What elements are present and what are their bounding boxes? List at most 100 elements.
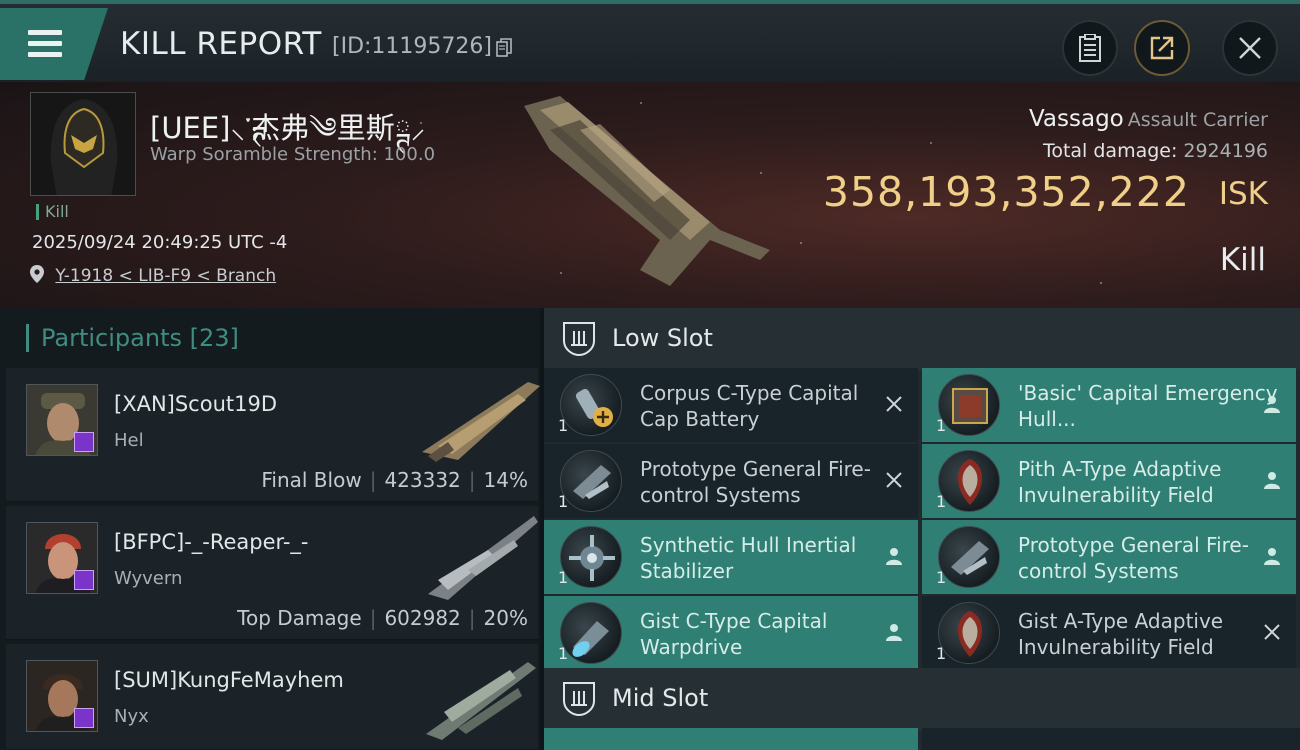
warpdrive-icon [560, 602, 622, 664]
low-slot-icon [563, 322, 595, 357]
module-item[interactable]: 1 Gist A-Type Adaptive Invulnerability F… [922, 596, 1296, 670]
mid-slot-header: Mid Slot [544, 668, 1300, 730]
clipboard-icon [1079, 34, 1101, 62]
victim-name[interactable]: [UEE]⸜་ྚ杰弗༄里斯ྚ⸝ [150, 96, 425, 178]
total-damage-value: 2924196 [1183, 140, 1268, 162]
module-item[interactable]: 1 Prototype General Fire-control Systems [922, 520, 1296, 594]
dropped-icon [886, 548, 902, 565]
destroyed-icon [886, 472, 902, 488]
participant-role: Final Blow [261, 468, 362, 492]
participant-ship: Wyvern [114, 568, 183, 589]
module-item[interactable]: 1 Synthetic Hull Inertial Stabilizer [544, 520, 918, 594]
module-name: Gist C-Type Capital Warpdrive [640, 609, 828, 659]
kill-timestamp: 2025/09/24 20:49:25 UTC -4 [32, 232, 288, 253]
hull-module-icon [938, 374, 1000, 436]
title-bar: KILL REPORT [ID:11195726] [0, 0, 1300, 82]
participant-ship: Nyx [114, 706, 149, 727]
close-button[interactable] [1222, 20, 1278, 76]
module-item[interactable]: 1 Pith A-Type Adaptive Invulnerability F… [922, 444, 1296, 518]
module-item[interactable]: 1 Corpus C-Type Capital Cap Battery [544, 368, 918, 442]
participants-header: Participants [23] [26, 324, 239, 352]
module-item[interactable] [922, 728, 1300, 750]
module-quantity: 1 [558, 568, 569, 587]
ship-class: Assault Carrier [1127, 109, 1268, 131]
inertial-stabilizer-icon [560, 526, 622, 588]
mid-slot-icon [563, 682, 595, 717]
fire-control-icon [938, 526, 1000, 588]
module-name: Corpus C-Type Capital Cap Battery [640, 381, 859, 431]
warp-scramble-strength: Warp Soramble Strength: 100.0 [150, 144, 436, 165]
participants-count: [23] [189, 324, 239, 352]
status-badge [74, 708, 94, 728]
participants-title: Participants [41, 324, 182, 352]
module-quantity: 1 [936, 492, 947, 511]
participant-stats: Final Blow | 423332 | 14% [261, 468, 528, 492]
dropped-icon [1264, 472, 1280, 489]
result-label: Kill [1219, 242, 1266, 278]
close-icon [1239, 37, 1261, 59]
copy-icon[interactable] [496, 38, 512, 58]
participant-name[interactable]: [BFPC]-_-Reaper-_- [114, 530, 309, 554]
participant-percent: 14% [483, 468, 528, 492]
module-name: Gist A-Type Adaptive Invulnerability Fie… [1018, 609, 1224, 659]
module-quantity: 1 [558, 644, 569, 663]
menu-button[interactable] [0, 8, 108, 80]
location-pin-icon [30, 265, 44, 283]
dropped-icon [1264, 548, 1280, 565]
module-item[interactable] [544, 728, 918, 750]
participant-stats: Top Damage | 602982 | 20% [237, 606, 528, 630]
module-item[interactable]: 1 Gist C-Type Capital Warpdrive [544, 596, 918, 670]
victim-ship[interactable]: Vassago Assault Carrier [1029, 106, 1268, 132]
status-badge [74, 570, 94, 590]
participant-ship-image [426, 662, 536, 740]
dropped-icon [1264, 396, 1280, 413]
participants-panel: Participants [23] [XAN]Scout19D Hel Fina… [0, 308, 540, 750]
module-name: 'Basic' Capital Emergency Hull... [1018, 381, 1278, 431]
participant-percent: 20% [483, 606, 528, 630]
participant-name[interactable]: [XAN]Scout19D [114, 392, 277, 416]
destroyed-icon [886, 396, 902, 412]
participant-row[interactable]: [SUM]KungFeMayhem Nyx [6, 644, 538, 750]
participant-row[interactable]: [BFPC]-_-Reaper-_- Wyvern Top Damage | 602… [6, 506, 538, 640]
share-button[interactable] [1134, 20, 1190, 76]
module-item[interactable]: 1 'Basic' Capital Emergency Hull... [922, 368, 1296, 442]
status-badge [74, 432, 94, 452]
module-item[interactable]: 1 Prototype General Fire-control Systems [544, 444, 918, 518]
participant-name[interactable]: [SUM]KungFeMayhem [114, 668, 344, 692]
share-icon [1150, 36, 1174, 60]
participant-role: Top Damage [237, 606, 362, 630]
menu-icon [28, 30, 62, 57]
module-quantity: 1 [558, 416, 569, 435]
location-link[interactable]: Y-1918 < LIB-F9 < Branch [55, 266, 276, 286]
ship-name: Vassago [1028, 106, 1124, 132]
total-damage-label: Total damage: [1042, 140, 1178, 162]
clipboard-button[interactable] [1062, 20, 1118, 76]
isk-value: 358,193,352,222 [822, 168, 1190, 216]
module-quantity: 1 [558, 492, 569, 511]
victim-portrait[interactable] [30, 92, 136, 196]
module-name: Pith A-Type Adaptive Invulnerability Fie… [1018, 457, 1222, 507]
victim-banner: [UEE]⸜་ྚ杰弗༄里斯ྚ⸝ Warp Soramble Strength: … [0, 82, 1300, 308]
low-slot-header: Low Slot [544, 308, 1300, 370]
fitting-panel: Low Slot 1 Corpus C-Type Capital Cap Bat… [544, 308, 1300, 750]
participant-ship-image [422, 382, 540, 462]
participant-damage: 602982 [384, 606, 461, 630]
destroyed-icon [1264, 624, 1280, 640]
fire-control-icon [560, 450, 622, 512]
invulnerability-field-icon [938, 450, 1000, 512]
report-id: [ID:11195726] [332, 34, 492, 59]
victim-ship-image [524, 96, 770, 286]
module-name: Prototype General Fire-control Systems [1018, 533, 1249, 583]
module-quantity: 1 [936, 568, 947, 587]
isk-unit: ISK [1218, 176, 1268, 212]
module-name: Prototype General Fire-control Systems [640, 457, 871, 507]
cap-battery-icon [560, 374, 622, 436]
participant-damage: 423332 [384, 468, 461, 492]
low-slot-label: Low Slot [612, 324, 713, 352]
dropped-icon [886, 624, 902, 641]
page-title: KILL REPORT [120, 26, 322, 62]
participant-row[interactable]: [XAN]Scout19D Hel Final Blow | 423332 | 14% [6, 368, 540, 502]
participant-ship: Hel [114, 430, 144, 451]
mid-slot-label: Mid Slot [612, 684, 709, 712]
kill-location[interactable]: Y-1918 < LIB-F9 < Branch [30, 265, 276, 286]
